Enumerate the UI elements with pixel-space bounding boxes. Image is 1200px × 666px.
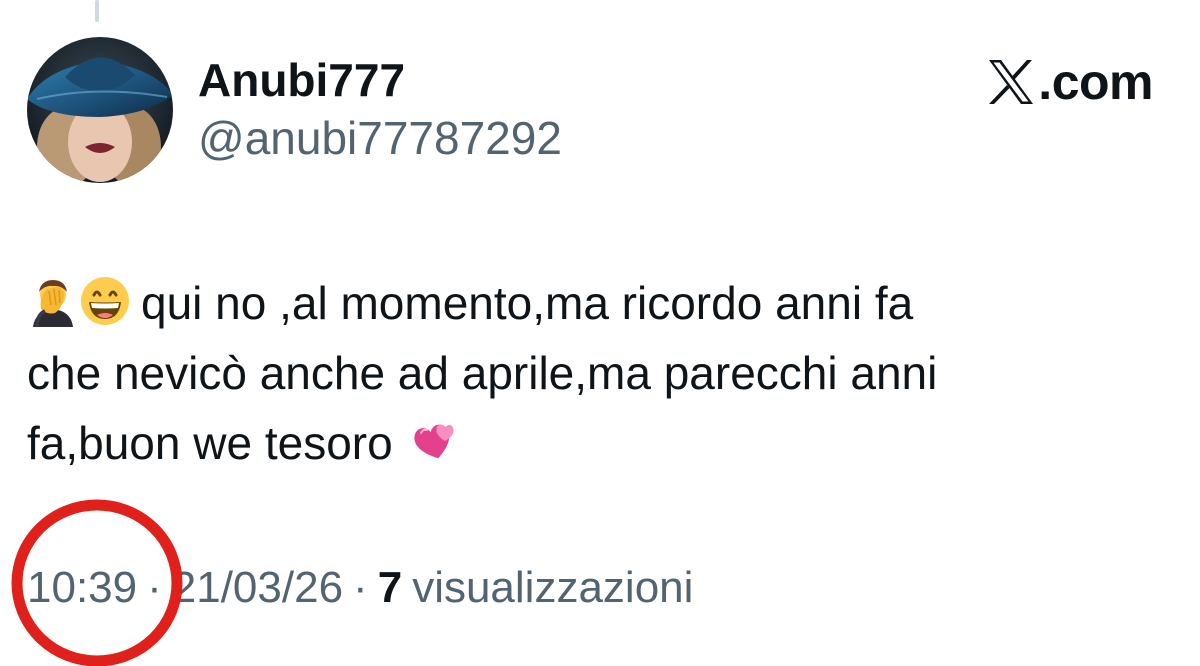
tweet-line-1: qui no ,al momento,ma ricordo anni fa	[27, 268, 1177, 338]
x-logo-icon	[986, 58, 1036, 106]
facepalm-emoji-icon	[27, 275, 79, 327]
brand-domain-text: .com	[1038, 54, 1153, 110]
tweet-text: qui no ,al momento,ma ricordo anni fa ch…	[27, 268, 1177, 478]
tweet-time[interactable]: 10:39	[27, 563, 137, 612]
views-count: 7	[377, 563, 403, 612]
thread-connector-line	[95, 0, 99, 22]
meta-separator: ·	[147, 563, 162, 612]
two-hearts-emoji-icon	[407, 415, 459, 467]
user-handle[interactable]: @anubi77787292	[198, 108, 562, 168]
tweet-line-1-text: qui no ,al momento,ma ricordo anni fa	[141, 277, 914, 329]
tweet-line-2: che nevicò anche ad aprile,ma parecchi a…	[27, 338, 1177, 408]
tweet-line-3: fa,buon we tesoro	[27, 408, 1177, 478]
meta-separator: ·	[353, 563, 368, 612]
avatar[interactable]	[27, 37, 173, 183]
brand-logo: .com	[986, 52, 1153, 112]
views-label: visualizzazioni	[412, 563, 694, 612]
user-display-name[interactable]: Anubi777	[198, 50, 405, 110]
tweet-metadata: 10:39 · 21/03/26 · 7 visualizzazioni	[27, 558, 693, 618]
tweet-date[interactable]: 21/03/26	[172, 563, 343, 612]
tweet-line-2-text: che nevicò anche ad aprile,ma parecchi a…	[27, 347, 938, 399]
grinning-face-emoji-icon	[79, 275, 131, 327]
tweet-line-3-text: fa,buon we tesoro	[27, 417, 393, 469]
